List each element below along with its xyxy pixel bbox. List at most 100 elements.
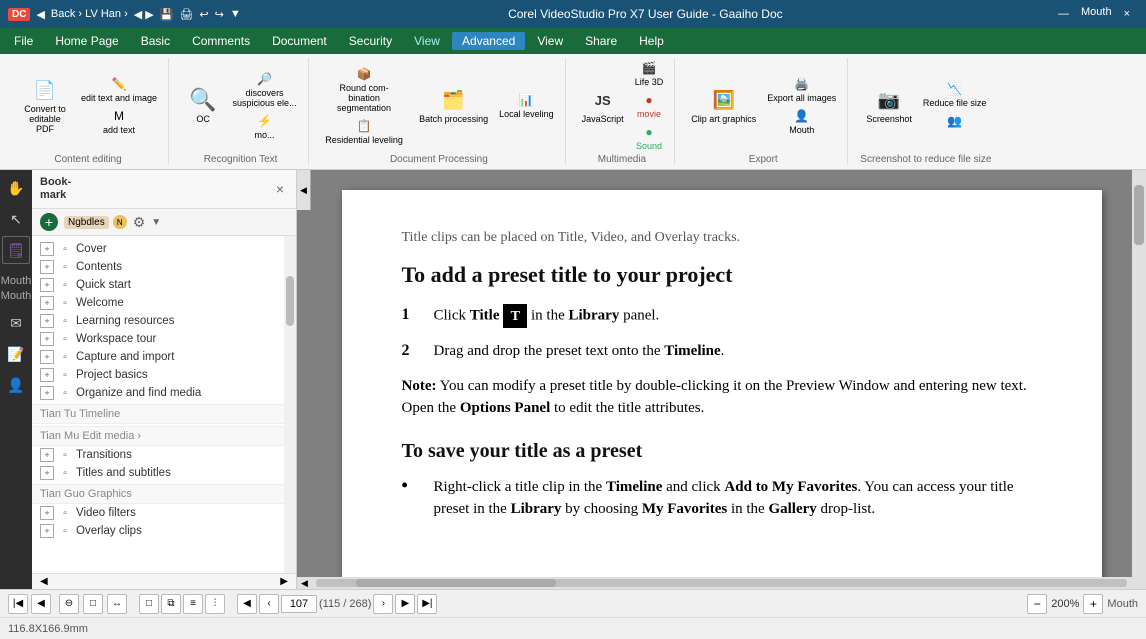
round-combo-btn[interactable]: 📦 Round com- bination segmentation bbox=[321, 64, 407, 114]
local-leveling-btn[interactable]: 📊 Local leveling bbox=[496, 90, 557, 120]
settings-dropdown[interactable]: ▼ bbox=[151, 217, 161, 228]
page-tool[interactable]: 🗒 bbox=[2, 236, 30, 264]
next-page-btn[interactable]: ▶ bbox=[395, 594, 415, 614]
fit-width-btn[interactable]: ↔ bbox=[107, 594, 127, 614]
sidebar-settings-btn[interactable]: ⚙ bbox=[133, 214, 146, 231]
menu-security[interactable]: Security bbox=[339, 32, 402, 50]
menu-advanced[interactable]: Advanced bbox=[452, 32, 525, 50]
two-page-btn[interactable]: ⧉ bbox=[161, 594, 181, 614]
hand-tool[interactable]: ✋ bbox=[2, 174, 30, 202]
tree-item-workspace[interactable]: + ▫ Workspace tour bbox=[32, 330, 284, 348]
sidebar-scrollbar[interactable] bbox=[284, 236, 296, 573]
capture-expand[interactable]: + bbox=[40, 350, 54, 364]
sidebar-add-btn[interactable]: + bbox=[40, 213, 58, 231]
print-icon[interactable]: 🖨 bbox=[179, 8, 193, 21]
save-icon[interactable]: 💾 bbox=[160, 8, 174, 21]
mo-btn[interactable]: ⚡ mo... bbox=[229, 111, 300, 141]
titles-expand[interactable]: + bbox=[40, 466, 54, 480]
convert-pdf-btn[interactable]: 📄 Convert to editable PDF bbox=[16, 74, 74, 136]
welcome-expand[interactable]: + bbox=[40, 296, 54, 310]
menu-comments[interactable]: Comments bbox=[182, 32, 260, 50]
menu-help[interactable]: Help bbox=[629, 32, 674, 50]
prev-small-btn[interactable]: ‹ bbox=[259, 594, 279, 614]
ocr-btn[interactable]: 🔍 OC bbox=[181, 84, 225, 126]
page-input[interactable] bbox=[281, 595, 317, 613]
tree-item-transitions[interactable]: + ▫ Transitions bbox=[32, 446, 284, 464]
tree-item-overlay[interactable]: + ▫ Overlay clips bbox=[32, 522, 284, 540]
zoom-out-btn2[interactable]: − bbox=[1027, 594, 1047, 614]
last-page-btn[interactable]: ▶| bbox=[417, 594, 437, 614]
minimize-btn[interactable]: — bbox=[1050, 6, 1077, 22]
extra-icon[interactable]: ▼ bbox=[230, 8, 241, 20]
menu-document[interactable]: Document bbox=[262, 32, 337, 50]
back-btn[interactable]: ◀ bbox=[36, 8, 44, 21]
tree-item-contents[interactable]: + ▫ Contents bbox=[32, 258, 284, 276]
zoom-out-btn[interactable]: ⊖ bbox=[59, 594, 79, 614]
select-tool[interactable]: ↖ bbox=[2, 205, 30, 233]
annotate-tool[interactable]: 📝 bbox=[2, 340, 30, 368]
redo-icon[interactable]: ↪ bbox=[215, 8, 224, 21]
reduce-size-btn[interactable]: 📉 Reduce file size bbox=[920, 79, 990, 109]
video-filters-expand[interactable]: + bbox=[40, 506, 54, 520]
continuous-btn[interactable]: ⫶ bbox=[205, 594, 225, 614]
javascript-btn[interactable]: JS JavaScript bbox=[578, 84, 628, 126]
stamp-tool[interactable]: ✉ bbox=[2, 309, 30, 337]
overlay-expand[interactable]: + bbox=[40, 524, 54, 538]
menu-homepage[interactable]: Home Page bbox=[45, 32, 128, 50]
extra-btn[interactable]: 👥 bbox=[920, 111, 990, 131]
menu-view2[interactable]: View bbox=[527, 32, 573, 50]
zoom-in-btn[interactable]: + bbox=[1083, 594, 1103, 614]
user-tool[interactable]: 👤 bbox=[2, 371, 30, 399]
sidebar-scroll-right[interactable]: ▶ bbox=[280, 576, 288, 587]
single-page-btn[interactable]: □ bbox=[139, 594, 159, 614]
learning-expand[interactable]: + bbox=[40, 314, 54, 328]
menu-basic[interactable]: Basic bbox=[131, 32, 180, 50]
menu-file[interactable]: File bbox=[4, 32, 43, 50]
mouth-export-btn[interactable]: 👤 Mouth bbox=[764, 106, 839, 136]
menu-share[interactable]: Share bbox=[575, 32, 627, 50]
doc-scrollbar-h[interactable]: ◀ ▶ bbox=[297, 577, 1146, 589]
sidebar-close-btn[interactable]: × bbox=[272, 181, 288, 197]
scroll-btn[interactable]: ≡ bbox=[183, 594, 203, 614]
tree-item-capture[interactable]: + ▫ Capture and import bbox=[32, 348, 284, 366]
next-small-btn[interactable]: › bbox=[373, 594, 393, 614]
project-expand[interactable]: + bbox=[40, 368, 54, 382]
menu-view1[interactable]: View bbox=[404, 32, 450, 50]
section-edit-media[interactable]: Tian Mu Edit media › bbox=[32, 426, 284, 446]
cover-expand[interactable]: + bbox=[40, 242, 54, 256]
tree-item-welcome[interactable]: + ▫ Welcome bbox=[32, 294, 284, 312]
fit-page-btn[interactable]: □ bbox=[83, 594, 103, 614]
close-btn[interactable]: × bbox=[1116, 6, 1138, 22]
tree-item-learning[interactable]: + ▫ Learning resources bbox=[32, 312, 284, 330]
tree-item-project[interactable]: + ▫ Project basics bbox=[32, 366, 284, 384]
edit-text-btn[interactable]: ✏️ edit text and image bbox=[78, 74, 160, 104]
contents-expand[interactable]: + bbox=[40, 260, 54, 274]
quickstart-expand[interactable]: + bbox=[40, 278, 54, 292]
add-text-btn[interactable]: M add text bbox=[78, 106, 160, 136]
workspace-expand[interactable]: + bbox=[40, 332, 54, 346]
screenshot-btn[interactable]: 📷 Screenshot bbox=[862, 84, 916, 126]
scroll-left-arrow[interactable]: ◀ bbox=[297, 578, 312, 589]
sound-btn[interactable]: ● Sound bbox=[632, 122, 667, 152]
tree-item-organize[interactable]: + ▫ Organize and find media bbox=[32, 384, 284, 402]
nav-prev-page[interactable]: ◀ bbox=[31, 594, 51, 614]
clip-art-btn[interactable]: 🖼️ Clip art graphics bbox=[687, 84, 760, 126]
transitions-expand[interactable]: + bbox=[40, 448, 54, 462]
batch-processing-btn[interactable]: 🗂️ Batch processing bbox=[415, 84, 492, 126]
movie-btn[interactable]: ● movie bbox=[632, 90, 667, 120]
history-btns[interactable]: ◀ ▶ bbox=[134, 8, 154, 21]
suspicious-btn[interactable]: 🔎 discovers suspicious ele... bbox=[229, 69, 300, 109]
sidebar-scroll-left[interactable]: ◀ bbox=[40, 576, 48, 587]
undo-icon[interactable]: ↩ bbox=[199, 8, 208, 21]
collapse-sidebar-btn[interactable]: ◀ bbox=[297, 170, 311, 210]
export-images-btn[interactable]: 🖨️ Export all images bbox=[764, 74, 839, 104]
tree-item-titles[interactable]: + ▫ Titles and subtitles bbox=[32, 464, 284, 482]
nav-first-page[interactable]: |◀ bbox=[8, 594, 28, 614]
tree-item-quickstart[interactable]: + ▫ Quick start bbox=[32, 276, 284, 294]
doc-scrollbar-v[interactable] bbox=[1132, 170, 1146, 589]
prev-page-btn[interactable]: ◀ bbox=[237, 594, 257, 614]
tree-item-cover[interactable]: + ▫ Cover bbox=[32, 240, 284, 258]
sidebar-user[interactable]: Ngbdles N bbox=[64, 215, 127, 229]
residential-btn[interactable]: 📋 Residential leveling bbox=[321, 116, 407, 146]
tree-item-video-filters[interactable]: + ▫ Video filters bbox=[32, 504, 284, 522]
